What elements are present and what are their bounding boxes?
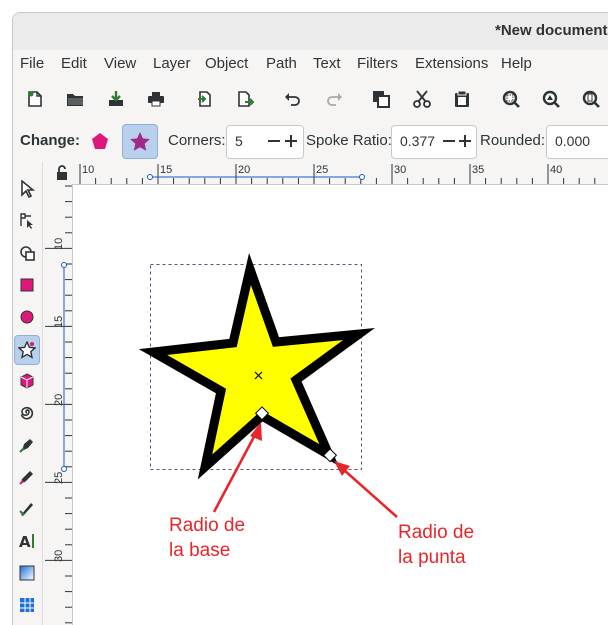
toolbox: A — [13, 162, 43, 625]
window-title: *New document — [495, 22, 608, 39]
print-icon[interactable] — [144, 87, 168, 111]
paste-icon[interactable] — [450, 87, 474, 111]
annotation-line: la base — [169, 540, 231, 561]
rectangle-icon[interactable] — [15, 273, 39, 297]
ruler-label: 35 — [472, 164, 485, 176]
selector-icon[interactable] — [15, 177, 39, 201]
ruler-corner — [43, 162, 72, 184]
lock-icon[interactable] — [54, 165, 70, 181]
rounded-value[interactable]: 0.000 — [555, 133, 590, 149]
annotation-line: la punta — [398, 547, 466, 568]
box3d-icon[interactable] — [15, 369, 39, 393]
page-icon[interactable] — [193, 87, 217, 111]
ruler-label: 10 — [82, 164, 95, 176]
corners-spinbox[interactable]: 5 — [226, 125, 304, 159]
spoke-ratio-value[interactable]: 0.377 — [400, 133, 435, 149]
calligraphy-icon[interactable] — [15, 497, 39, 521]
menu-path[interactable]: Path — [266, 55, 297, 72]
polygon-mode-icon[interactable] — [91, 132, 109, 150]
ruler-label: 25 — [316, 164, 329, 176]
new-document-icon[interactable] — [23, 87, 47, 111]
cut-icon[interactable] — [410, 87, 434, 111]
spiral-icon[interactable] — [15, 401, 39, 425]
undo-icon[interactable] — [281, 87, 305, 111]
ellipse-icon[interactable] — [15, 305, 39, 329]
annotation-tip-radius: Radio de la punta — [398, 520, 474, 570]
duplicate-icon[interactable] — [369, 87, 393, 111]
rounded-label: Rounded: — [480, 132, 546, 149]
minus-icon[interactable] — [443, 140, 455, 142]
ruler-label: 30 — [53, 549, 65, 562]
pen-icon[interactable] — [15, 433, 39, 457]
menu-layer[interactable]: Layer — [153, 55, 191, 72]
zoom-selection-icon[interactable] — [499, 87, 523, 111]
menu-file[interactable]: File — [20, 55, 44, 72]
gradient-icon[interactable] — [15, 561, 39, 585]
svg-text:A: A — [19, 533, 31, 550]
menu-edit[interactable]: Edit — [61, 55, 87, 72]
ruler-label: 30 — [394, 164, 407, 176]
ruler-label: 20 — [238, 164, 251, 176]
zoom-drawing-icon[interactable] — [539, 87, 563, 111]
pencil-icon[interactable] — [15, 465, 39, 489]
star-mode-icon — [130, 132, 150, 151]
menu-object[interactable]: Object — [205, 55, 248, 72]
star-icon[interactable] — [14, 335, 40, 365]
open-icon[interactable] — [63, 87, 87, 111]
ruler-label: 15 — [160, 164, 173, 176]
ruler-label: 40 — [550, 164, 563, 176]
plus-icon-vertical — [290, 135, 292, 147]
corners-label: Corners: — [168, 132, 226, 149]
ruler-label: 15 — [53, 315, 65, 328]
commands-toolbar — [13, 77, 608, 122]
annotation-line: Radio de — [398, 522, 475, 543]
spoke-ratio-label: Spoke Ratio: — [306, 132, 392, 149]
menu-filters[interactable]: Filters — [357, 55, 398, 72]
ruler-label: 10 — [53, 237, 65, 250]
title-bar: *New document — [13, 13, 608, 51]
spoke-ratio-spinbox[interactable]: 0.377 — [391, 125, 477, 159]
annotation-base-radius: Radio de la base — [169, 513, 245, 563]
menu-text[interactable]: Text — [313, 55, 341, 72]
ruler-label: 20 — [53, 393, 65, 406]
ruler-label: 25 — [53, 471, 65, 484]
vertical-ruler[interactable]: 10 15 20 25 30 — [43, 184, 73, 625]
tweak-icon[interactable] — [15, 241, 39, 265]
menu-view[interactable]: View — [104, 55, 136, 72]
plus-icon-vertical — [464, 135, 466, 147]
menu-extensions[interactable]: Extensions — [415, 55, 488, 72]
node-icon[interactable] — [15, 209, 39, 233]
mesh-icon[interactable] — [15, 593, 39, 617]
annotation-line: Radio de — [169, 515, 246, 536]
menu-help[interactable]: Help — [501, 55, 532, 72]
horizontal-ruler-ticks — [79, 164, 596, 184]
horizontal-ruler[interactable]: 10 15 20 25 30 35 40 — [72, 162, 608, 185]
export-icon[interactable] — [233, 87, 257, 111]
corners-value[interactable]: 5 — [235, 133, 243, 149]
menu-bar: File Edit View Layer Object Path Text Fi… — [13, 50, 608, 77]
rounded-spinbox[interactable]: 0.000 — [546, 125, 608, 159]
minus-icon[interactable] — [268, 140, 280, 142]
drawing-canvas[interactable] — [73, 185, 608, 625]
zoom-page-icon[interactable] — [579, 87, 603, 111]
import-icon[interactable] — [104, 87, 128, 111]
star-tool-controls: Change: Corners: 5 Spoke Ratio: 0.377 Ro… — [13, 121, 608, 163]
redo-icon[interactable] — [322, 87, 346, 111]
app-window: *New document File Edit View Layer Objec… — [12, 12, 608, 625]
change-label: Change: — [20, 132, 80, 149]
text-icon[interactable]: A — [15, 529, 39, 553]
star-mode-button[interactable] — [122, 124, 158, 159]
